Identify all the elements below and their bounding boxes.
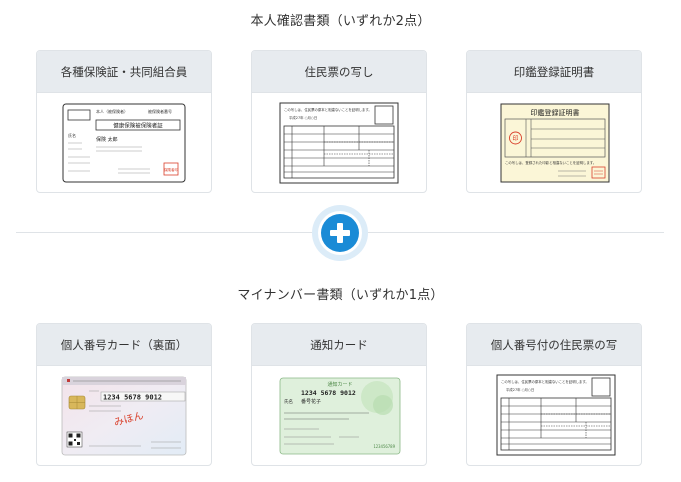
- card-insurance-label: 各種保険証・共同組合員: [37, 51, 211, 93]
- resident-header-text: この写しは、住民票の原本と相違ないことを証明します。: [284, 107, 372, 112]
- insurance-name-label: 氏名: [68, 132, 76, 138]
- notification-name-label: 氏名: [284, 398, 293, 405]
- card-seal-certificate: 印鑑登録証明書 印鑑登録証明書 印 この写しは、登録された印影と相違ないことを証…: [466, 50, 642, 193]
- seal-cert-title: 印鑑登録証明書: [531, 108, 580, 117]
- card-seal-certificate-label: 印鑑登録証明書: [467, 51, 641, 93]
- card-resident-record-with-number-label: 個人番号付の住民票の写: [467, 324, 641, 366]
- plus-icon: [312, 205, 368, 261]
- insurance-name: 保険 太郎: [96, 136, 118, 143]
- seal-cert-footer: この写しは、登録された印影と相違ないことを証明します。: [505, 160, 596, 165]
- card-notification: 通知カード 通知カード 1234 5678 9012 氏名 番号花子 12345…: [251, 323, 427, 466]
- insurance-top-right: 被保険者番号: [148, 108, 172, 114]
- notification-footer: 123456789: [373, 444, 395, 449]
- section-title-identity-documents: 本人確認書類（いずれか2点）: [250, 14, 431, 29]
- plus-icon-core: [321, 214, 359, 252]
- my-number-card-back-image: 1234 5678 9012 みほん: [61, 376, 187, 456]
- card-resident-record-label: 住民票の写し: [252, 51, 426, 93]
- insurance-top-small: 本人（被保険者）: [96, 108, 128, 114]
- resident2-header-text: この写しは、住民票の原本と相違ないことを証明します。: [501, 379, 589, 384]
- my-number-value: 1234 5678 9012: [103, 394, 162, 402]
- card-resident-record: 住民票の写し この写しは、住民票の原本と相違ないことを証明します。 平成27年 …: [251, 50, 427, 193]
- resident2-date: 平成27年 ○月○日: [506, 387, 534, 392]
- section-title-my-number-documents: マイナンバー書類（いずれか1点）: [237, 288, 444, 303]
- resident-date: 平成27年 ○月○日: [289, 115, 317, 120]
- insurance-seal: 保険者印: [164, 167, 178, 172]
- notification-name: 番号花子: [301, 398, 321, 405]
- card-insurance: 各種保険証・共同組合員 本人（被保険者） 被保険者番号 健康保険被保険者証 氏名…: [36, 50, 212, 193]
- insurance-card-image: 本人（被保険者） 被保険者番号 健康保険被保険者証 氏名 保険 太郎 保険者印: [62, 103, 186, 183]
- seal-certificate-image: 印鑑登録証明書 印 この写しは、登録された印影と相違ないことを証明します。: [500, 103, 610, 183]
- plus-icon-ring: [318, 211, 362, 255]
- insurance-card-title: 健康保険被保険者証: [113, 122, 163, 130]
- notification-card-image: 通知カード 1234 5678 9012 氏名 番号花子 123456789: [279, 377, 401, 455]
- card-my-number-back-label: 個人番号カード（裏面）: [37, 324, 211, 366]
- notification-card-number: 1234 5678 9012: [301, 389, 356, 397]
- card-resident-record-with-number: 個人番号付の住民票の写 この写しは、住民票の原本と相違ないことを証明します。 平…: [466, 323, 642, 466]
- card-my-number-back: 個人番号カード（裏面） 1234 5678 9012 みほん: [36, 323, 212, 466]
- resident-record-with-number-image: この写しは、住民票の原本と相違ないことを証明します。 平成27年 ○月○日: [496, 374, 616, 456]
- card-notification-label: 通知カード: [252, 324, 426, 366]
- notification-card-title: 通知カード: [327, 381, 352, 388]
- resident-record-image: この写しは、住民票の原本と相違ないことを証明します。 平成27年 ○月○日: [279, 102, 399, 184]
- seal-cert-stamp: 印: [512, 136, 518, 143]
